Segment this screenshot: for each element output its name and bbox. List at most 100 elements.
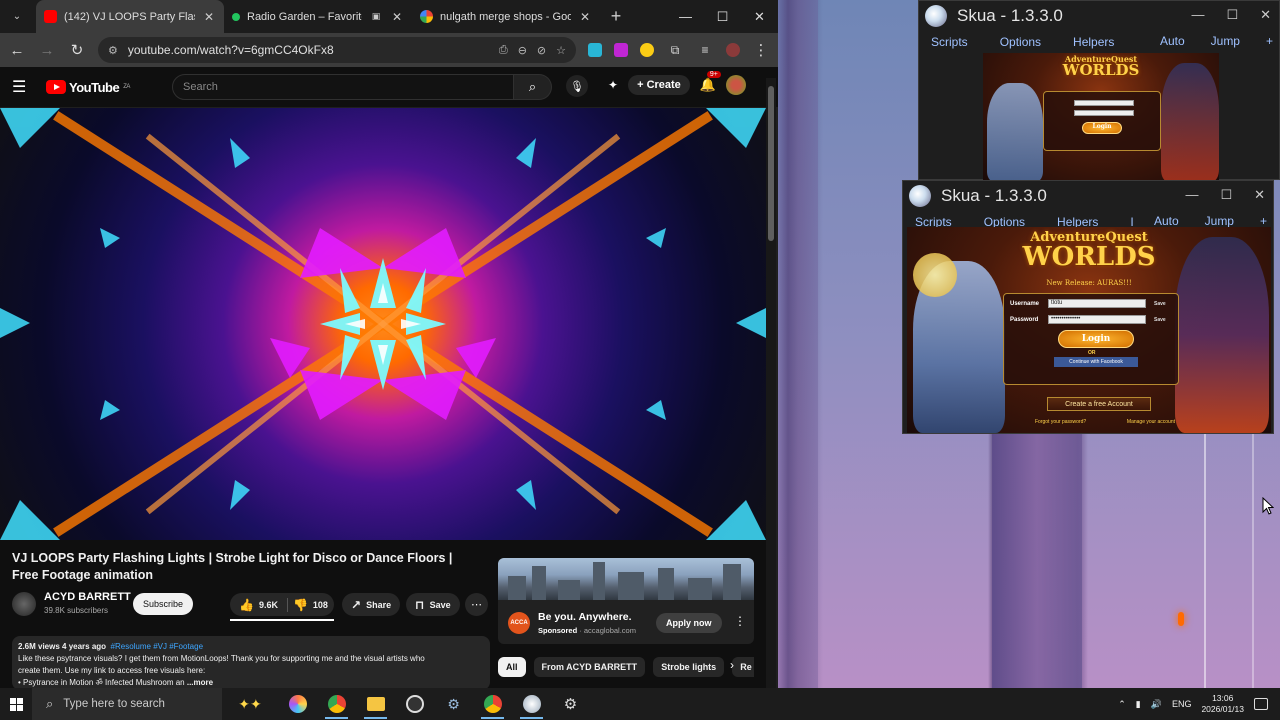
media-controls-icon[interactable]: ≡ xyxy=(696,43,714,57)
obs-icon[interactable] xyxy=(395,688,434,720)
close-window-button[interactable]: ✕ xyxy=(741,0,778,33)
close-window-button[interactable]: ✕ xyxy=(1260,7,1271,23)
close-icon[interactable]: ✕ xyxy=(390,10,404,24)
minimize-button[interactable]: — xyxy=(1191,7,1204,23)
search-icon[interactable]: ⌕ xyxy=(514,74,552,100)
chip-strobe-lights[interactable]: Strobe lights xyxy=(653,657,725,677)
notifications-icon[interactable] xyxy=(1254,698,1268,710)
chrome-profile-taskbar-icon[interactable] xyxy=(473,688,512,720)
chip-from-channel[interactable]: From ACYD BARRETT xyxy=(533,657,646,677)
thumbs-up-icon[interactable]: 👍 xyxy=(239,598,254,612)
login-button[interactable]: Login xyxy=(1058,330,1134,348)
start-button[interactable] xyxy=(0,688,32,720)
ad-menu-icon[interactable]: ⋮ xyxy=(734,614,746,628)
game-viewport[interactable]: AdventureQuest WORLDS New Release: AURAS!… xyxy=(907,227,1271,433)
like-count[interactable]: 9.6K xyxy=(259,600,278,610)
file-explorer-icon[interactable] xyxy=(356,688,395,720)
scrollbar-thumb[interactable] xyxy=(768,86,774,241)
sponsored-ad-card[interactable]: ACCA Be you. Anywhere. Sponsored · accag… xyxy=(498,558,754,644)
skua-titlebar[interactable]: Skua - 1.3.3.0 — ☐ ✕ xyxy=(903,181,1273,211)
reload-icon[interactable]: ↻ xyxy=(68,41,86,59)
tracking-blocked-icon[interactable]: ⊘ xyxy=(537,44,546,57)
settings-gear-icon[interactable]: ⚙ xyxy=(551,688,590,720)
microphone-tray-icon[interactable]: ▮ xyxy=(1136,699,1141,710)
facebook-login-button[interactable]: Continue with Facebook xyxy=(1054,357,1138,367)
show-more-link[interactable]: ...more xyxy=(187,678,213,687)
menu-helpers[interactable]: Helpers xyxy=(1073,35,1114,49)
channel-avatar[interactable] xyxy=(12,592,36,616)
back-icon[interactable]: ← xyxy=(8,42,26,59)
menu-auto[interactable]: Auto xyxy=(1154,214,1179,228)
maximize-button[interactable]: ☐ xyxy=(1220,187,1232,203)
minimize-button[interactable]: — xyxy=(1185,187,1198,203)
chrome-menu-icon[interactable]: ⋮ xyxy=(752,41,770,59)
maximize-button[interactable]: ☐ xyxy=(704,0,741,33)
menu-auto[interactable]: Auto xyxy=(1160,34,1185,48)
tab-google[interactable]: nulgath merge shops - Google ✕ xyxy=(412,0,600,33)
video-player[interactable] xyxy=(0,108,766,540)
profile-avatar[interactable] xyxy=(726,43,740,57)
search-highlight-icon[interactable]: ✦✦ xyxy=(222,688,278,720)
manage-account-link[interactable]: Manage your account xyxy=(1127,419,1175,425)
extension-icon[interactable] xyxy=(640,43,654,57)
media-icon[interactable]: ▣ xyxy=(369,11,383,22)
create-account-button[interactable]: Create a free Account xyxy=(1047,397,1151,411)
forgot-password-link[interactable]: Forgot your password? xyxy=(1035,419,1086,425)
close-icon[interactable]: ✕ xyxy=(578,10,592,24)
url-text[interactable]: youtube.com/watch?v=6gmCC4OkFx8 xyxy=(128,43,489,57)
menu-jump[interactable]: Jump xyxy=(1205,214,1234,228)
username-field[interactable]: tlotu xyxy=(1048,299,1146,308)
forward-icon[interactable]: → xyxy=(38,42,56,59)
new-tab-button[interactable]: + xyxy=(604,6,628,27)
chip-all[interactable]: All xyxy=(498,657,526,677)
search-input[interactable]: Search xyxy=(172,74,514,100)
minimize-button[interactable]: — xyxy=(667,0,704,33)
menu-scripts[interactable]: Scripts xyxy=(931,35,968,49)
extension-icon[interactable] xyxy=(588,43,602,57)
menu-options[interactable]: Options xyxy=(1000,35,1041,49)
language-indicator[interactable]: ENG xyxy=(1172,699,1192,709)
chip-related[interactable]: Re xyxy=(732,657,754,677)
password-field[interactable]: •••••••••••••• xyxy=(1048,315,1146,324)
tab-search-button[interactable]: ⌄ xyxy=(6,6,28,28)
apply-now-button[interactable]: Apply now xyxy=(656,613,722,633)
address-bar[interactable]: ⚙ youtube.com/watch?v=6gmCC4OkFx8 ⎙ ⊖ ⊘ … xyxy=(98,37,576,63)
bookmark-star-icon[interactable]: ☆ xyxy=(556,44,566,57)
taskbar-search[interactable]: ⌕ Type here to search xyxy=(32,688,222,720)
save-button[interactable]: ⊓ Save xyxy=(406,593,460,616)
extensions-puzzle-icon[interactable]: ⧉ xyxy=(666,43,684,58)
install-app-icon[interactable]: ⎙ xyxy=(499,44,508,57)
close-window-button[interactable]: ✕ xyxy=(1254,187,1265,203)
dislike-count[interactable]: 108 xyxy=(313,600,328,610)
tab-youtube[interactable]: (142) VJ LOOPS Party Flashing Lights ✕ xyxy=(36,0,224,33)
username-field[interactable] xyxy=(1074,100,1134,106)
tab-radio-garden[interactable]: Radio Garden – Favorites ▣ ✕ xyxy=(224,0,412,33)
menu-add[interactable]: + xyxy=(1266,34,1273,48)
save-password-checkbox[interactable]: Save xyxy=(1154,317,1166,323)
volume-icon[interactable]: 🔊 xyxy=(1151,699,1162,710)
game-viewport[interactable]: AdventureQuest WORLDS Login xyxy=(983,53,1219,181)
network-app-icon[interactable]: ⚙ xyxy=(434,688,473,720)
share-button[interactable]: ↗ Share xyxy=(342,593,401,616)
cast-icon[interactable]: ✦ xyxy=(608,78,618,92)
thumbs-down-icon[interactable]: 👎 xyxy=(293,598,308,612)
more-actions-icon[interactable]: ⋯ xyxy=(465,593,488,616)
account-avatar[interactable] xyxy=(726,75,746,95)
menu-hamburger-icon[interactable]: ☰ xyxy=(12,77,36,97)
password-field[interactable] xyxy=(1074,110,1134,116)
youtube-logo[interactable]: YouTube ZA xyxy=(46,80,130,95)
channel-name[interactable]: ACYD BARRETT xyxy=(44,591,131,603)
extension-icon[interactable] xyxy=(614,43,628,57)
menu-jump[interactable]: Jump xyxy=(1211,34,1240,48)
notifications-bell-icon[interactable]: 🔔 9+ xyxy=(700,71,721,93)
chevron-up-icon[interactable]: ⌃ xyxy=(1118,699,1126,710)
chevron-right-icon[interactable]: › xyxy=(730,658,734,672)
menu-add[interactable]: + xyxy=(1260,214,1267,228)
skua-taskbar-icon[interactable] xyxy=(512,688,551,720)
zoom-icon[interactable]: ⊖ xyxy=(518,44,527,57)
maximize-button[interactable]: ☐ xyxy=(1226,7,1238,23)
site-info-icon[interactable]: ⚙ xyxy=(108,44,118,57)
page-scrollbar[interactable] xyxy=(766,78,776,688)
skua-titlebar[interactable]: Skua - 1.3.3.0 — ☐ ✕ xyxy=(919,1,1279,31)
login-button[interactable]: Login xyxy=(1082,122,1122,134)
